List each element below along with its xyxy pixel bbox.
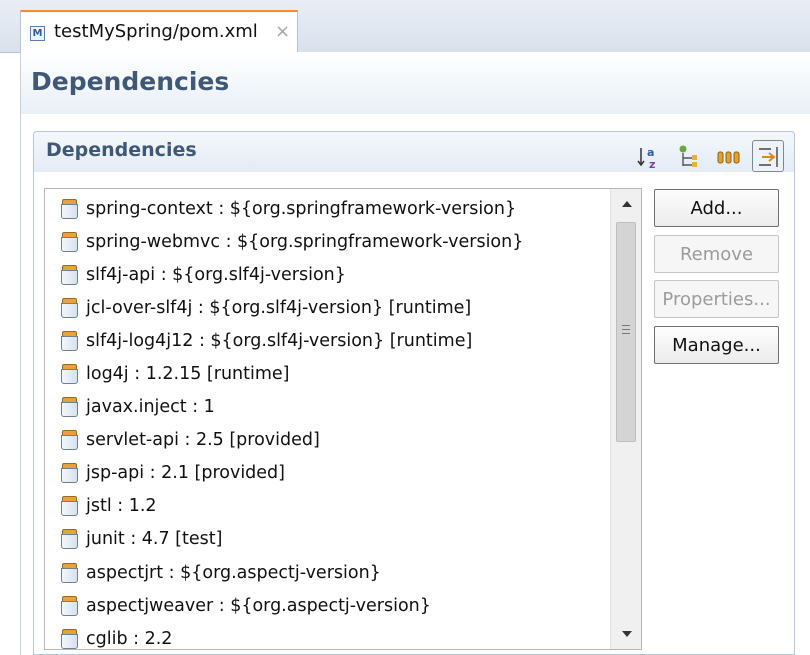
list-item[interactable]: spring-context : ${org.springframework-v… [45, 192, 610, 225]
list-item[interactable]: jsp-api : 2.1 [provided] [45, 457, 610, 490]
list-item-label: servlet-api : 2.5 [provided] [86, 430, 320, 451]
filter-icon[interactable] [752, 140, 784, 172]
jar-icon [61, 330, 78, 351]
jar-icon [61, 496, 78, 517]
jar-icon [61, 463, 78, 484]
maven-file-icon: M [30, 26, 45, 41]
list-item-label: javax.inject : 1 [86, 397, 215, 418]
sort-alphabetically-icon[interactable]: a z [632, 140, 664, 172]
page-header: Dependencies [20, 52, 810, 114]
show-group-id-icon[interactable] [672, 140, 704, 172]
editor-tab-pom[interactable]: M testMySpring/pom.xml × [20, 10, 298, 52]
list-item[interactable]: jstl : 1.2 [45, 490, 610, 523]
arrow-up-icon [621, 201, 632, 207]
dependencies-list[interactable]: spring-context : ${org.springframework-v… [44, 188, 642, 650]
list-item-label: spring-context : ${org.springframework-v… [86, 198, 517, 219]
list-item[interactable]: spring-webmvc : ${org.springframework-ve… [45, 225, 610, 258]
list-item-label: slf4j-api : ${org.slf4j-version} [86, 264, 346, 285]
scroll-thumb[interactable] [616, 222, 636, 442]
scroll-down-button[interactable] [611, 619, 641, 649]
close-icon[interactable]: × [275, 21, 290, 42]
remove-button[interactable]: Remove [654, 235, 779, 273]
list-item[interactable]: servlet-api : 2.5 [provided] [45, 424, 610, 457]
jar-icon [61, 264, 78, 285]
list-item-label: junit : 4.7 [test] [86, 529, 223, 550]
jar-icon [61, 595, 78, 616]
svg-text:z: z [649, 158, 655, 170]
list-item-label: aspectjrt : ${org.aspectj-version} [86, 562, 381, 583]
manage-button[interactable]: Manage... [654, 326, 779, 364]
section-title: Dependencies [46, 139, 197, 161]
arrow-down-icon [621, 631, 632, 637]
list-item-label: jstl : 1.2 [86, 496, 157, 517]
grip-icon [622, 325, 630, 337]
page-title: Dependencies [31, 67, 230, 96]
editor-tab-label: testMySpring/pom.xml [54, 21, 258, 42]
section-header: Dependencies a z [34, 132, 794, 172]
list-item[interactable]: log4j : 1.2.15 [runtime] [45, 357, 610, 390]
section-toolbar: a z [632, 140, 784, 172]
add-button[interactable]: Add... [654, 189, 779, 227]
list-item-label: jsp-api : 2.1 [provided] [86, 463, 285, 484]
jar-icon [61, 364, 78, 385]
jar-icon [61, 628, 78, 649]
jar-icon [61, 297, 78, 318]
list-item[interactable]: aspectjweaver : ${org.aspectj-version} [45, 589, 610, 622]
list-item[interactable]: cglib : 2.2 [45, 622, 610, 649]
list-item-label: spring-webmvc : ${org.springframework-ve… [86, 231, 524, 252]
list-item[interactable]: slf4j-api : ${org.slf4j-version} [45, 258, 610, 291]
list-item-label: jcl-over-slf4j : ${org.slf4j-version} [r… [86, 297, 472, 318]
list-item[interactable]: jcl-over-slf4j : ${org.slf4j-version} [r… [45, 291, 610, 324]
jar-icon [61, 231, 78, 252]
list-item[interactable]: javax.inject : 1 [45, 391, 610, 424]
properties-button[interactable]: Properties... [654, 280, 779, 318]
list-item[interactable]: aspectjrt : ${org.aspectj-version} [45, 556, 610, 589]
list-item-label: slf4j-log4j12 : ${org.slf4j-version} [ru… [86, 330, 473, 351]
editor-tab-strip: M testMySpring/pom.xml × [0, 0, 810, 53]
jar-icon [61, 562, 78, 583]
vertical-scrollbar[interactable] [610, 189, 641, 649]
jar-icon [61, 397, 78, 418]
jar-icon [61, 529, 78, 550]
jar-icon [61, 430, 78, 451]
dependencies-rows: spring-context : ${org.springframework-v… [45, 192, 610, 649]
list-item-label: log4j : 1.2.15 [runtime] [86, 364, 290, 385]
jar-icon [61, 198, 78, 219]
show-version-icon[interactable] [712, 140, 744, 172]
list-item-label: cglib : 2.2 [86, 628, 173, 649]
list-item[interactable]: slf4j-log4j12 : ${org.slf4j-version} [ru… [45, 324, 610, 357]
list-item[interactable]: junit : 4.7 [test] [45, 523, 610, 556]
list-item-label: aspectjweaver : ${org.aspectj-version} [86, 595, 431, 616]
scroll-up-button[interactable] [611, 189, 641, 219]
